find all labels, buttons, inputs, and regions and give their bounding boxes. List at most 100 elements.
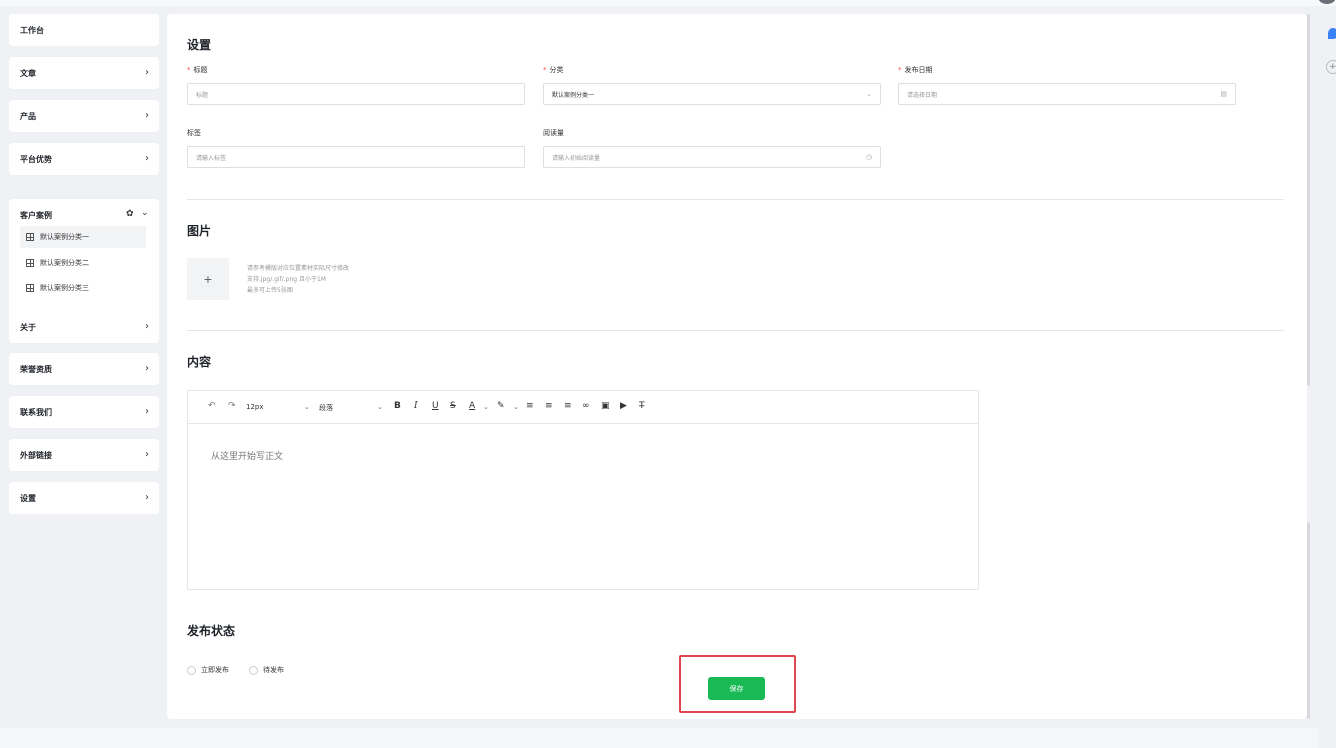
sidebar-item-articles[interactable]: 文章 › bbox=[9, 57, 159, 89]
add-icon[interactable]: + bbox=[1326, 60, 1336, 74]
chevron-down-icon[interactable]: ⌄ bbox=[141, 208, 149, 218]
gear-icon[interactable]: ✿ bbox=[126, 209, 134, 219]
footer-band bbox=[0, 728, 1318, 748]
chat-icon[interactable] bbox=[1328, 28, 1336, 39]
sidebar-item-advantages[interactable]: 平台优势 › bbox=[9, 143, 159, 175]
divider bbox=[187, 199, 1284, 200]
upload-tip: 请参考模版对应位置素材实际尺寸修改 bbox=[247, 265, 350, 272]
grid-icon bbox=[26, 259, 34, 267]
required-mark: * bbox=[187, 66, 191, 74]
undo-icon[interactable]: ↶ bbox=[208, 401, 216, 411]
save-button[interactable]: 保存 bbox=[708, 677, 765, 700]
chevron-right-icon: › bbox=[145, 406, 149, 417]
font-color-icon[interactable]: A bbox=[469, 401, 475, 411]
strikethrough-icon[interactable]: S bbox=[450, 401, 456, 411]
clear-format-icon[interactable]: T̶ bbox=[639, 401, 645, 411]
align-left-icon[interactable]: ≡ bbox=[526, 401, 534, 411]
category-label: * 分类 bbox=[543, 66, 564, 74]
video-icon[interactable]: ▶ bbox=[620, 401, 627, 411]
section-title-content: 内容 bbox=[187, 355, 212, 369]
italic-icon[interactable]: I bbox=[414, 401, 418, 411]
sidebar-item-label: 外部链接 bbox=[20, 450, 52, 460]
scrollbar-thumb[interactable] bbox=[1307, 522, 1310, 719]
publish-date-picker[interactable]: 请选择日期 ▤ bbox=[898, 83, 1236, 105]
chevron-right-icon: › bbox=[145, 67, 149, 78]
underline-icon[interactable]: U bbox=[432, 401, 439, 411]
clock-icon: ◷ bbox=[865, 153, 872, 161]
top-bar bbox=[0, 0, 1336, 6]
reads-input[interactable]: 请输入初始阅读量 ◷ bbox=[543, 146, 881, 168]
font-size-select[interactable]: 12px bbox=[246, 403, 264, 411]
chevron-down-icon[interactable]: ⌄ bbox=[377, 403, 383, 411]
sidebar-group-label[interactable]: 客户案例 bbox=[20, 210, 52, 221]
upload-tip: 支持.jpg/.gif/.png 且小于1M bbox=[247, 276, 326, 283]
highlight-icon[interactable]: ✎ bbox=[497, 401, 505, 411]
radio-publish-now[interactable]: 立即发布 bbox=[187, 665, 229, 675]
align-right-icon[interactable]: ≡ bbox=[564, 401, 572, 411]
sidebar-item-settings[interactable]: 设置 › bbox=[9, 482, 159, 514]
radio-label: 立即发布 bbox=[201, 666, 229, 674]
chevron-down-icon: ⌄ bbox=[866, 90, 872, 98]
section-title-images: 图片 bbox=[187, 224, 212, 238]
editor-body[interactable]: 从这里开始写正文 bbox=[211, 449, 283, 462]
divider bbox=[187, 330, 1284, 331]
align-center-icon[interactable]: ≡ bbox=[545, 401, 553, 411]
sidebar-item-about[interactable]: 关于 › bbox=[9, 311, 159, 343]
sidebar-subitem-case-2[interactable]: 默认案例分类二 bbox=[20, 252, 146, 274]
grid-icon bbox=[26, 284, 34, 292]
radio-publish-later[interactable]: 待发布 bbox=[249, 665, 284, 675]
sidebar-item-label: 关于 bbox=[20, 322, 36, 332]
sidebar-item-label: 联系我们 bbox=[20, 407, 52, 417]
chevron-right-icon: › bbox=[145, 492, 149, 503]
scrollbar[interactable] bbox=[1307, 14, 1310, 719]
rich-text-editor: ↶ ↷ 12px ⌄ 段落 ⌄ B I U S A ⌄ ✎ ⌄ ≡ ≡ ≡ ∞ … bbox=[187, 390, 979, 590]
link-icon[interactable]: ∞ bbox=[582, 401, 590, 411]
image-icon[interactable]: ▣ bbox=[601, 401, 610, 411]
title-input[interactable]: 标题 bbox=[187, 83, 525, 105]
required-mark: * bbox=[898, 66, 902, 74]
sidebar-item-workbench[interactable]: 工作台 bbox=[9, 14, 159, 46]
chevron-right-icon: › bbox=[145, 153, 149, 164]
radio-circle[interactable] bbox=[249, 665, 258, 675]
right-rail: + bbox=[1318, 0, 1336, 748]
sidebar-item-label: 荣誉资质 bbox=[20, 364, 52, 374]
tags-input[interactable]: 请输入标签 bbox=[187, 146, 525, 168]
tags-label: 标签 bbox=[187, 129, 201, 137]
upload-tip: 最多可上传5张图 bbox=[247, 287, 293, 294]
paragraph-select[interactable]: 段落 bbox=[319, 403, 333, 413]
sidebar-item-label: 平台优势 bbox=[20, 154, 52, 164]
chevron-down-icon[interactable]: ⌄ bbox=[513, 403, 519, 411]
main-panel: 设置 * 标题 标题 * 分类 默认案例分类一 ⌄ * 发布日期 请选择日期 ▤ 标签 请… bbox=[167, 14, 1307, 719]
sidebar-item-label: 设置 bbox=[20, 493, 36, 503]
sidebar-item-honors[interactable]: 荣誉资质 › bbox=[9, 353, 159, 385]
sidebar-item-label: 文章 bbox=[20, 68, 36, 78]
scrollbar-thumb[interactable] bbox=[1307, 14, 1310, 386]
sidebar-subitem-case-1[interactable]: 默认案例分类一 bbox=[20, 226, 146, 248]
sidebar-item-contact[interactable]: 联系我们 › bbox=[9, 396, 159, 428]
sidebar-item-label: 产品 bbox=[20, 111, 36, 121]
section-title-settings: 设置 bbox=[187, 38, 212, 52]
category-select[interactable]: 默认案例分类一 ⌄ bbox=[543, 83, 881, 105]
sidebar-group-cases: 客户案例 ✿ ⌄ 默认案例分类一 默认案例分类二 默认案例分类三 bbox=[9, 199, 159, 313]
calendar-icon: ▤ bbox=[1220, 90, 1227, 98]
sidebar-subitem-case-3[interactable]: 默认案例分类三 bbox=[20, 277, 146, 299]
chevron-right-icon: › bbox=[145, 449, 149, 460]
editor-toolbar: ↶ ↷ 12px ⌄ 段落 ⌄ B I U S A ⌄ ✎ ⌄ ≡ ≡ ≡ ∞ … bbox=[188, 391, 978, 424]
sidebar-item-external-links[interactable]: 外部链接 › bbox=[9, 439, 159, 471]
chevron-down-icon[interactable]: ⌄ bbox=[304, 403, 310, 411]
chevron-down-icon[interactable]: ⌄ bbox=[483, 403, 489, 411]
section-title-publish: 发布状态 bbox=[187, 624, 236, 638]
publish-date-label: * 发布日期 bbox=[898, 66, 933, 74]
bold-icon[interactable]: B bbox=[394, 401, 401, 411]
image-upload-button[interactable]: + bbox=[187, 258, 229, 300]
sidebar-subitem-label: 默认案例分类三 bbox=[40, 284, 89, 292]
required-mark: * bbox=[543, 66, 547, 74]
redo-icon[interactable]: ↷ bbox=[228, 401, 236, 411]
sidebar-item-products[interactable]: 产品 › bbox=[9, 100, 159, 132]
radio-circle[interactable] bbox=[187, 665, 196, 675]
sidebar-subitem-label: 默认案例分类二 bbox=[40, 259, 89, 267]
chevron-right-icon: › bbox=[145, 321, 149, 332]
sidebar-subitem-label: 默认案例分类一 bbox=[40, 233, 89, 241]
reads-label: 阅读量 bbox=[543, 129, 564, 137]
chevron-right-icon: › bbox=[145, 363, 149, 374]
